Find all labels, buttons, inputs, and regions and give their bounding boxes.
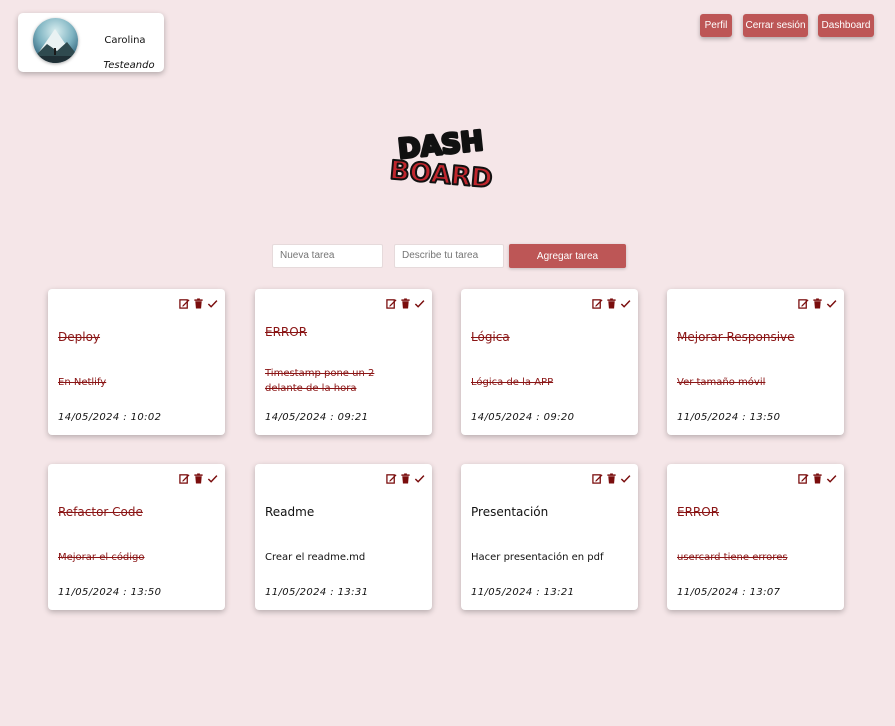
task-description: Ver tamaño móvil: [677, 377, 766, 388]
task-card: Readme Crear el readme.md 11/05/2024 : 1…: [255, 464, 432, 610]
task-description: Lógica de la APP: [471, 377, 554, 388]
task-title: Deploy: [58, 330, 101, 344]
task-card: Mejorar Responsive Ver tamaño móvil 11/0…: [667, 289, 844, 435]
task-actions: [798, 473, 837, 484]
check-icon[interactable]: [207, 473, 218, 484]
edit-icon[interactable]: [798, 298, 809, 309]
task-description: usercard tiene errores: [677, 552, 788, 563]
trash-icon[interactable]: [606, 473, 617, 484]
avatar: [33, 18, 78, 63]
check-icon[interactable]: [207, 298, 218, 309]
task-description: Mejorar el código: [58, 552, 145, 563]
task-card: Refactor Code Mejorar el código 11/05/20…: [48, 464, 225, 610]
task-actions: [592, 473, 631, 484]
task-actions: [179, 473, 218, 484]
task-date: 14/05/2024 : 10:02: [58, 412, 162, 423]
task-date: 11/05/2024 : 13:07: [677, 587, 781, 598]
task-title: ERROR: [677, 505, 720, 519]
task-card: ERROR Timestamp pone un 2 delante de la …: [255, 289, 432, 435]
logo-line-2: BOARD: [389, 156, 494, 192]
task-actions: [798, 298, 837, 309]
task-title: Mejorar Responsive: [677, 330, 795, 344]
task-date: 11/05/2024 : 13:50: [58, 587, 162, 598]
trash-icon[interactable]: [606, 298, 617, 309]
edit-icon[interactable]: [386, 473, 397, 484]
edit-icon[interactable]: [592, 473, 603, 484]
task-description: Timestamp pone un 2 delante de la hora: [265, 368, 375, 394]
check-icon[interactable]: [826, 298, 837, 309]
profile-button[interactable]: Perfil: [700, 14, 732, 37]
user-name: Carolina: [104, 35, 146, 46]
check-icon[interactable]: [620, 473, 631, 484]
dashboard-logo: DASH BOARD: [389, 124, 495, 192]
check-icon[interactable]: [620, 298, 631, 309]
task-card: Presentación Hacer presentación en pdf 1…: [461, 464, 638, 610]
task-card: Deploy En Netlify 14/05/2024 : 10:02: [48, 289, 225, 435]
task-date: 14/05/2024 : 09:20: [471, 412, 575, 423]
dashboard-button[interactable]: Dashboard: [818, 14, 874, 37]
check-icon[interactable]: [826, 473, 837, 484]
add-task-button[interactable]: Agregar tarea: [509, 244, 626, 268]
trash-icon[interactable]: [400, 298, 411, 309]
trash-icon[interactable]: [193, 298, 204, 309]
trash-icon[interactable]: [812, 473, 823, 484]
task-actions: [386, 473, 425, 484]
task-title: Readme: [265, 505, 315, 519]
task-actions: [179, 298, 218, 309]
trash-icon[interactable]: [193, 473, 204, 484]
task-title: Lógica: [471, 330, 510, 344]
task-date: 11/05/2024 : 13:21: [471, 587, 575, 598]
task-description: Hacer presentación en pdf: [471, 552, 604, 563]
trash-icon[interactable]: [400, 473, 411, 484]
edit-icon[interactable]: [592, 298, 603, 309]
task-title: Presentación: [471, 505, 549, 519]
task-title: ERROR: [265, 325, 308, 339]
task-title-input[interactable]: Nueva tarea: [272, 244, 383, 268]
edit-icon[interactable]: [798, 473, 809, 484]
task-card: ERROR usercard tiene errores 11/05/2024 …: [667, 464, 844, 610]
check-icon[interactable]: [414, 473, 425, 484]
edit-icon[interactable]: [179, 298, 190, 309]
task-title: Refactor Code: [58, 505, 143, 519]
task-actions: [386, 298, 425, 309]
logout-button[interactable]: Cerrar sesión: [743, 14, 808, 37]
task-card: Lógica Lógica de la APP 14/05/2024 : 09:…: [461, 289, 638, 435]
task-date: 11/05/2024 : 13:50: [677, 412, 781, 423]
task-date: 14/05/2024 : 09:21: [265, 412, 369, 423]
trash-icon[interactable]: [812, 298, 823, 309]
mountain-landscape-icon: [33, 29, 78, 63]
edit-icon[interactable]: [179, 473, 190, 484]
task-description: En Netlify: [58, 377, 107, 388]
task-actions: [592, 298, 631, 309]
edit-icon[interactable]: [386, 298, 397, 309]
user-card: Carolina Testeando: [18, 13, 164, 72]
task-description-input[interactable]: Describe tu tarea: [394, 244, 504, 268]
check-icon[interactable]: [414, 298, 425, 309]
user-status: Testeando: [103, 60, 155, 71]
task-description: Crear el readme.md: [265, 552, 366, 563]
task-date: 11/05/2024 : 13:31: [265, 587, 369, 598]
